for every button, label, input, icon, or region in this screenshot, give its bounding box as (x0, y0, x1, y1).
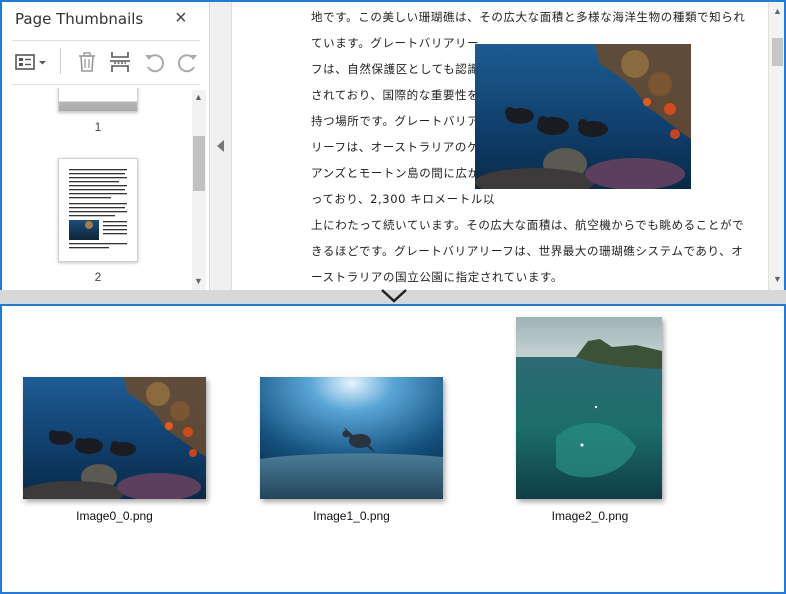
close-icon[interactable]: × (175, 6, 187, 30)
panel-divider (12, 84, 200, 85)
coral-divers-thumbnail (23, 377, 206, 499)
scrollbar-thumb[interactable] (193, 136, 205, 191)
sea-turtle-thumbnail (260, 377, 443, 499)
embedded-coral-reef-image (475, 44, 691, 189)
thumbnail-scrollbar[interactable]: ▲ ▼ (192, 90, 206, 290)
scroll-down-icon[interactable]: ▼ (194, 276, 203, 286)
image-filename: Image2_0.png (551, 509, 629, 523)
toolbar-divider (60, 48, 61, 74)
doc-text-line: 上にわたって続いています。その広大な面積は、航空機からでも眺めることがで (311, 218, 745, 232)
panel-divider (12, 40, 200, 41)
scrollbar-thumb[interactable] (772, 38, 783, 66)
scroll-up-icon[interactable]: ▲ (773, 6, 782, 16)
rotate-left-icon[interactable] (142, 50, 166, 74)
trash-icon[interactable] (75, 50, 99, 74)
pane-splitter[interactable] (0, 288, 786, 304)
doc-text-line: ーストラリアの国立公園に指定されています。 (311, 270, 564, 284)
document-page: 地です。この美しい珊瑚礁は、その広大な面積と多様な海洋生物の種類で知られ ていま… (233, 2, 767, 290)
image-item[interactable]: Image0_0.png (23, 377, 206, 527)
image-item[interactable]: Image2_0.png (516, 317, 664, 527)
doc-text-line: フは、自然保護区としても認識 (311, 62, 480, 76)
page-thumbnail-1[interactable] (58, 88, 138, 112)
island-aerial-thumbnail (516, 317, 662, 499)
thumbnail-list: 1 2 (2, 88, 192, 290)
page-options-icon[interactable] (14, 50, 50, 74)
image-filename: Image0_0.png (76, 509, 153, 523)
doc-text-line: きるほどです。グレートバリアリーフは、世界最大の珊瑚礁システムであり、オ (311, 244, 744, 258)
extracted-images-panel: Image0_0.png Image1_0.png Image2_0.png (0, 304, 786, 594)
thumbnails-toolbar (12, 48, 202, 76)
doc-text-line: っており、2,300 キロメートル以 (311, 192, 495, 206)
chevron-down-icon[interactable] (380, 288, 408, 304)
collapse-left-icon[interactable] (217, 140, 224, 152)
scroll-up-icon[interactable]: ▲ (194, 92, 203, 102)
doc-text-line: 持つ場所です。グレートバリア (311, 114, 480, 128)
panel-title: Page Thumbnails (15, 10, 144, 28)
pdf-viewer: Page Thumbnails × 1 2 ▲ ▼ 地です。この美しい珊瑚礁は、… (0, 0, 786, 290)
page-thumbnail-2[interactable] (58, 158, 138, 262)
page-number-label: 2 (94, 270, 102, 284)
page-number-label: 1 (94, 120, 102, 134)
panel-collapse-strip[interactable] (210, 2, 232, 290)
doc-text-line: ています。グレートバリアリー (311, 36, 480, 50)
image-item[interactable]: Image1_0.png (260, 377, 443, 527)
doc-text-line: アンズとモートン島の間に広が (311, 166, 480, 180)
insert-page-icon[interactable] (108, 50, 132, 74)
image-filename: Image1_0.png (313, 509, 390, 523)
doc-text-line: されており、国際的な重要性を (311, 88, 480, 102)
page-thumbnails-panel: Page Thumbnails × 1 2 ▲ ▼ (2, 2, 210, 290)
doc-text-line: 地です。この美しい珊瑚礁は、その広大な面積と多様な海洋生物の種類で知られ (311, 10, 746, 24)
doc-text-line: リーフは、オーストラリアのケ (311, 140, 480, 154)
scroll-down-icon[interactable]: ▼ (773, 274, 782, 284)
rotate-right-icon[interactable] (176, 50, 200, 74)
document-scrollbar[interactable]: ▲ ▼ (768, 2, 784, 290)
